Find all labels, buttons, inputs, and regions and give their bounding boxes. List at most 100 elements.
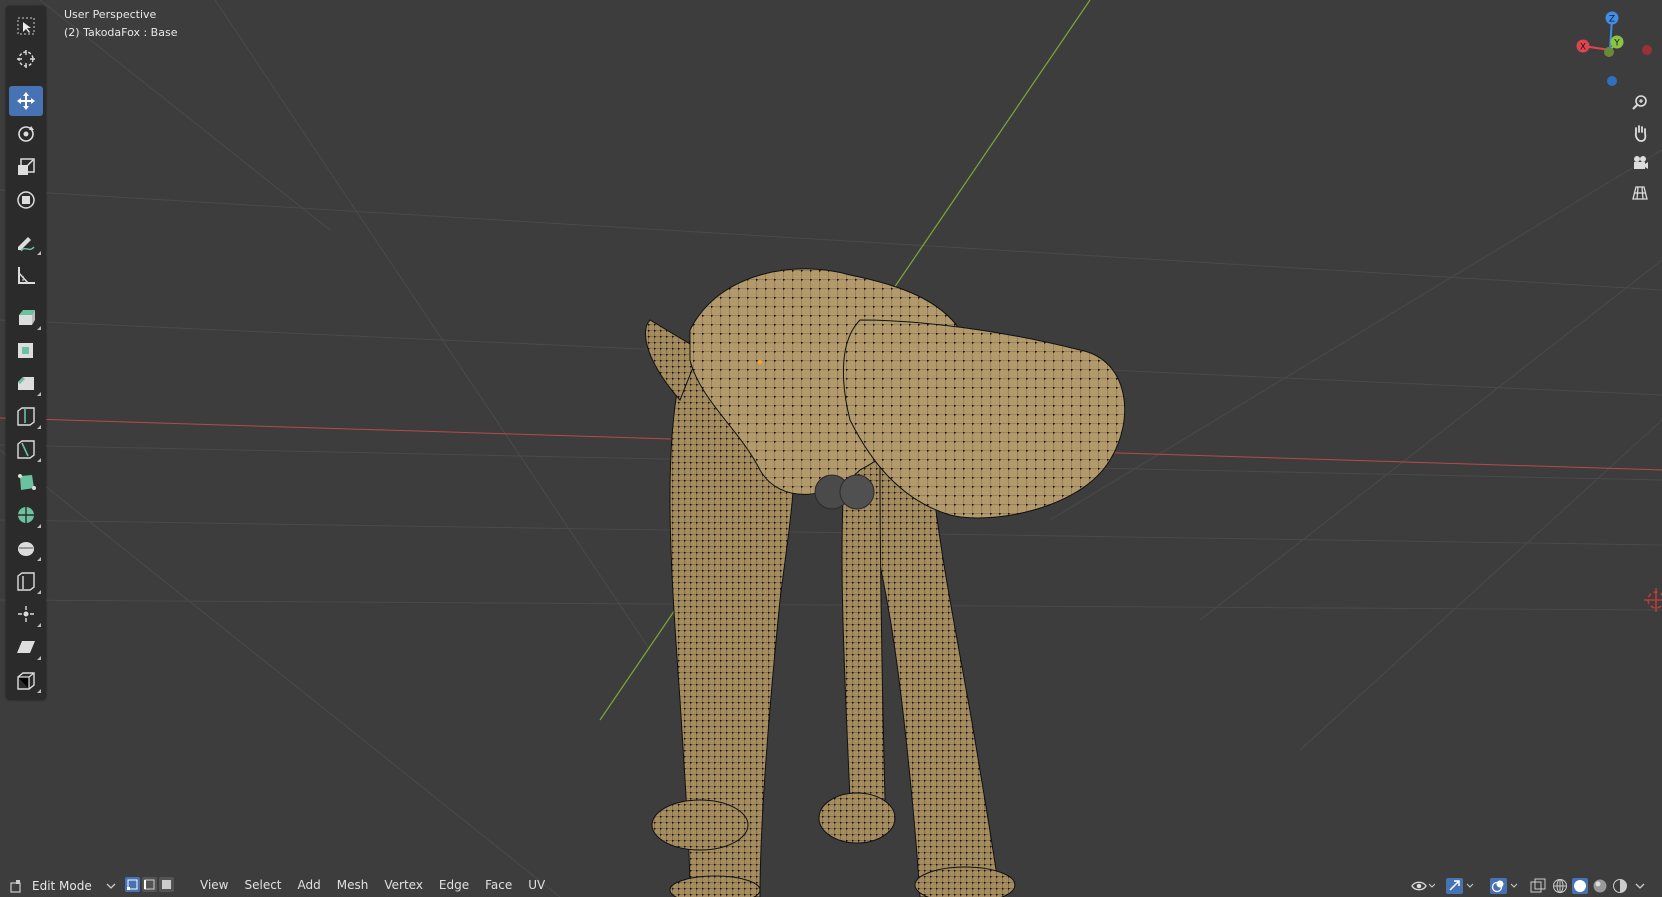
transform-icon [17, 191, 35, 209]
rotate-icon [18, 126, 34, 142]
shear-tool[interactable] [9, 632, 43, 662]
material-shading-icon [1593, 879, 1607, 892]
shading-solid[interactable] [1572, 877, 1588, 894]
toolbar-separator [6, 218, 46, 224]
overlay-icon [1490, 877, 1518, 894]
chevron-down-icon [1635, 883, 1645, 889]
x-axis-label: X [1580, 43, 1586, 53]
rip-tool[interactable] [9, 665, 43, 695]
viewport-header-right [1408, 874, 1662, 897]
mode-label: Edit Mode [32, 879, 92, 893]
select-box-icon [17, 17, 35, 35]
measure-icon [18, 267, 35, 284]
rendered-shading-icon [1613, 878, 1627, 893]
mode-dropdown[interactable]: Edit Mode [10, 877, 116, 895]
toolbar-separator [6, 293, 46, 299]
mesh-object[interactable] [600, 250, 1160, 897]
spin-tool[interactable] [9, 500, 43, 530]
camera-view-button[interactable] [1627, 150, 1653, 176]
menu-vertex[interactable]: Vertex [376, 878, 431, 892]
menu-select[interactable]: Select [236, 878, 289, 892]
shading-options-dropdown[interactable] [1634, 877, 1646, 894]
measure-tool[interactable] [9, 260, 43, 290]
menu-uv[interactable]: UV [520, 878, 553, 892]
extrude-icon [19, 310, 35, 325]
3d-viewport[interactable]: User Perspective (2) TakodaFox : Base [0, 0, 1662, 897]
smooth-tool[interactable] [9, 533, 43, 563]
shear-icon [17, 641, 35, 653]
menu-add[interactable]: Add [290, 878, 329, 892]
rotate-tool[interactable] [9, 119, 43, 149]
select-box-tool[interactable] [9, 11, 43, 41]
hand-icon [1634, 125, 1647, 142]
bevel-tool[interactable] [9, 368, 43, 398]
shading-wireframe[interactable] [1552, 877, 1568, 894]
shrink-fatten-tool[interactable] [9, 599, 43, 629]
cursor-tool[interactable] [9, 44, 43, 74]
move-icon [17, 92, 35, 110]
neg-y-axis-handle[interactable] [1604, 47, 1614, 57]
object-info-label: (2) TakodaFox : Base [64, 26, 178, 39]
gizmo-arrow-icon [1446, 877, 1474, 894]
shading-rendered[interactable] [1612, 877, 1628, 894]
gizmo-toggle[interactable] [1446, 877, 1476, 894]
annotate-icon [18, 237, 35, 252]
move-tool[interactable] [9, 86, 43, 116]
knife-icon [17, 440, 35, 459]
viewport-canvas[interactable] [0, 0, 1662, 897]
header-menus: View Select Add Mesh Vertex Edge Face UV [192, 878, 553, 892]
solid-shading-icon [1572, 877, 1588, 894]
navigation-gizmo[interactable]: Z X Y [1565, 6, 1655, 86]
overlay-toggle[interactable] [1490, 877, 1520, 894]
menu-view[interactable]: View [192, 878, 236, 892]
loop-cut-tool[interactable] [9, 401, 43, 431]
knife-tool[interactable] [9, 434, 43, 464]
shrink-fatten-icon [18, 606, 34, 622]
neg-z-axis-handle[interactable] [1607, 76, 1617, 86]
y-axis-label: Y [1613, 39, 1620, 49]
bevel-icon [18, 377, 34, 390]
shading-material[interactable] [1592, 877, 1608, 894]
edge-select-icon [144, 879, 155, 890]
cursor-icon [17, 50, 35, 68]
vertex-select-button[interactable] [125, 877, 140, 892]
face-select-button[interactable] [159, 877, 174, 892]
scale-icon [18, 158, 35, 175]
wireframe-shading-icon [1553, 878, 1567, 893]
loop-cut-icon [17, 407, 35, 426]
toolbar-separator [6, 77, 46, 83]
menu-mesh[interactable]: Mesh [329, 878, 377, 892]
camera-icon [1634, 156, 1648, 169]
edge-select-button[interactable] [142, 877, 157, 892]
chevron-down-icon [106, 883, 116, 889]
grid-icon [1632, 186, 1648, 200]
zoom-icon [1632, 95, 1647, 110]
scale-tool[interactable] [9, 152, 43, 182]
annotate-tool[interactable] [9, 227, 43, 257]
select-mode-group [125, 877, 174, 892]
tool-shelf [6, 6, 46, 700]
face-select-icon [162, 880, 171, 889]
smooth-icon [18, 542, 34, 556]
visibility-dropdown[interactable] [1411, 877, 1435, 894]
rip-icon [17, 672, 35, 690]
xray-icon [1530, 878, 1546, 892]
poly-build-icon [18, 474, 36, 490]
inset-icon [18, 343, 33, 358]
poly-build-tool[interactable] [9, 467, 43, 497]
inset-tool[interactable] [9, 335, 43, 365]
edge-slide-icon [17, 572, 35, 591]
menu-edge[interactable]: Edge [431, 878, 477, 892]
pan-button[interactable] [1627, 120, 1653, 146]
neg-x-axis-handle[interactable] [1642, 45, 1652, 55]
view-name-label: User Perspective [64, 8, 157, 21]
edge-slide-tool[interactable] [9, 566, 43, 596]
menu-face[interactable]: Face [477, 878, 520, 892]
extrude-tool[interactable] [9, 302, 43, 332]
perspective-toggle-button[interactable] [1627, 180, 1653, 206]
z-axis-label: Z [1609, 15, 1615, 25]
zoom-button[interactable] [1627, 90, 1653, 116]
eye-icon [1411, 881, 1435, 890]
xray-toggle[interactable] [1530, 877, 1546, 894]
transform-tool[interactable] [9, 185, 43, 215]
